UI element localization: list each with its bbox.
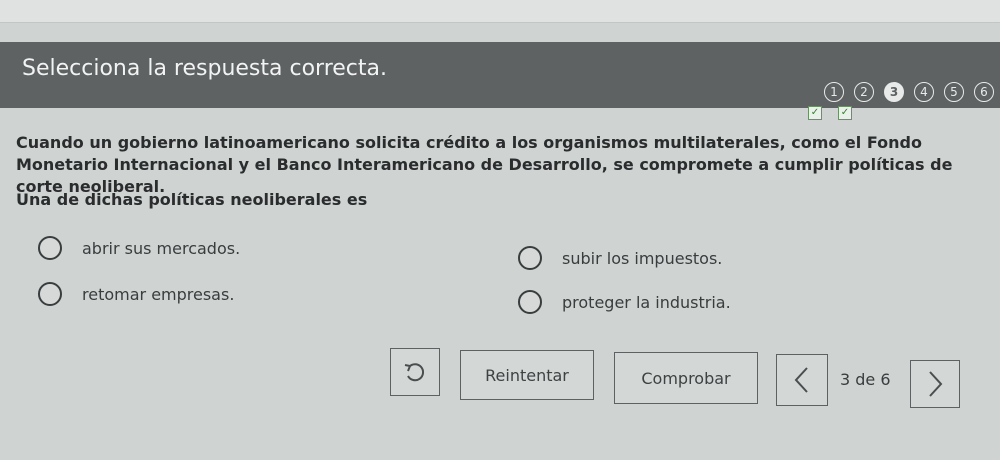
- step-2[interactable]: 2: [854, 82, 874, 102]
- option-d[interactable]: proteger la industria.: [518, 290, 731, 314]
- checkmark-icon: ✓: [808, 106, 822, 120]
- step-1[interactable]: 1: [824, 82, 844, 102]
- step-3[interactable]: 3: [884, 82, 904, 102]
- option-a[interactable]: abrir sus mercados.: [38, 236, 240, 260]
- check-label: Comprobar: [641, 368, 731, 388]
- next-button[interactable]: [910, 360, 960, 408]
- question-prompt: Una de dichas políticas neoliberales es: [16, 190, 368, 209]
- undo-button[interactable]: [390, 348, 440, 396]
- radio-button[interactable]: [38, 236, 62, 260]
- step-6[interactable]: 6: [974, 82, 994, 102]
- checkmark-icon: ✓: [838, 106, 852, 120]
- question-header: Selecciona la respuesta correcta. 1 2 3 …: [0, 42, 1000, 108]
- top-strip: [0, 0, 1000, 23]
- chevron-left-icon: [794, 367, 808, 393]
- radio-button[interactable]: [518, 290, 542, 314]
- page-indicator: 3 de 6: [840, 370, 891, 389]
- previous-button[interactable]: [776, 354, 828, 406]
- option-label: retomar empresas.: [82, 284, 235, 304]
- radio-button[interactable]: [38, 282, 62, 306]
- step-5[interactable]: 5: [944, 82, 964, 102]
- option-label: proteger la industria.: [562, 292, 731, 312]
- retry-button[interactable]: Reintentar: [460, 350, 594, 400]
- chevron-right-icon: [929, 371, 943, 397]
- option-label: subir los impuestos.: [562, 248, 723, 268]
- question-text: Cuando un gobierno latinoamericano solic…: [16, 133, 953, 196]
- page-title: Selecciona la respuesta correcta.: [22, 56, 387, 81]
- check-button[interactable]: Comprobar: [614, 352, 758, 404]
- step-4[interactable]: 4: [914, 82, 934, 102]
- radio-button[interactable]: [518, 246, 542, 270]
- completed-checks: ✓ ✓: [808, 106, 852, 120]
- retry-label: Reintentar: [485, 365, 569, 385]
- option-c[interactable]: retomar empresas.: [38, 282, 234, 306]
- option-label: abrir sus mercados.: [82, 238, 241, 258]
- option-b[interactable]: subir los impuestos.: [518, 246, 722, 270]
- step-indicator: 1 2 3 4 5 6: [824, 82, 994, 102]
- undo-icon: [404, 363, 425, 382]
